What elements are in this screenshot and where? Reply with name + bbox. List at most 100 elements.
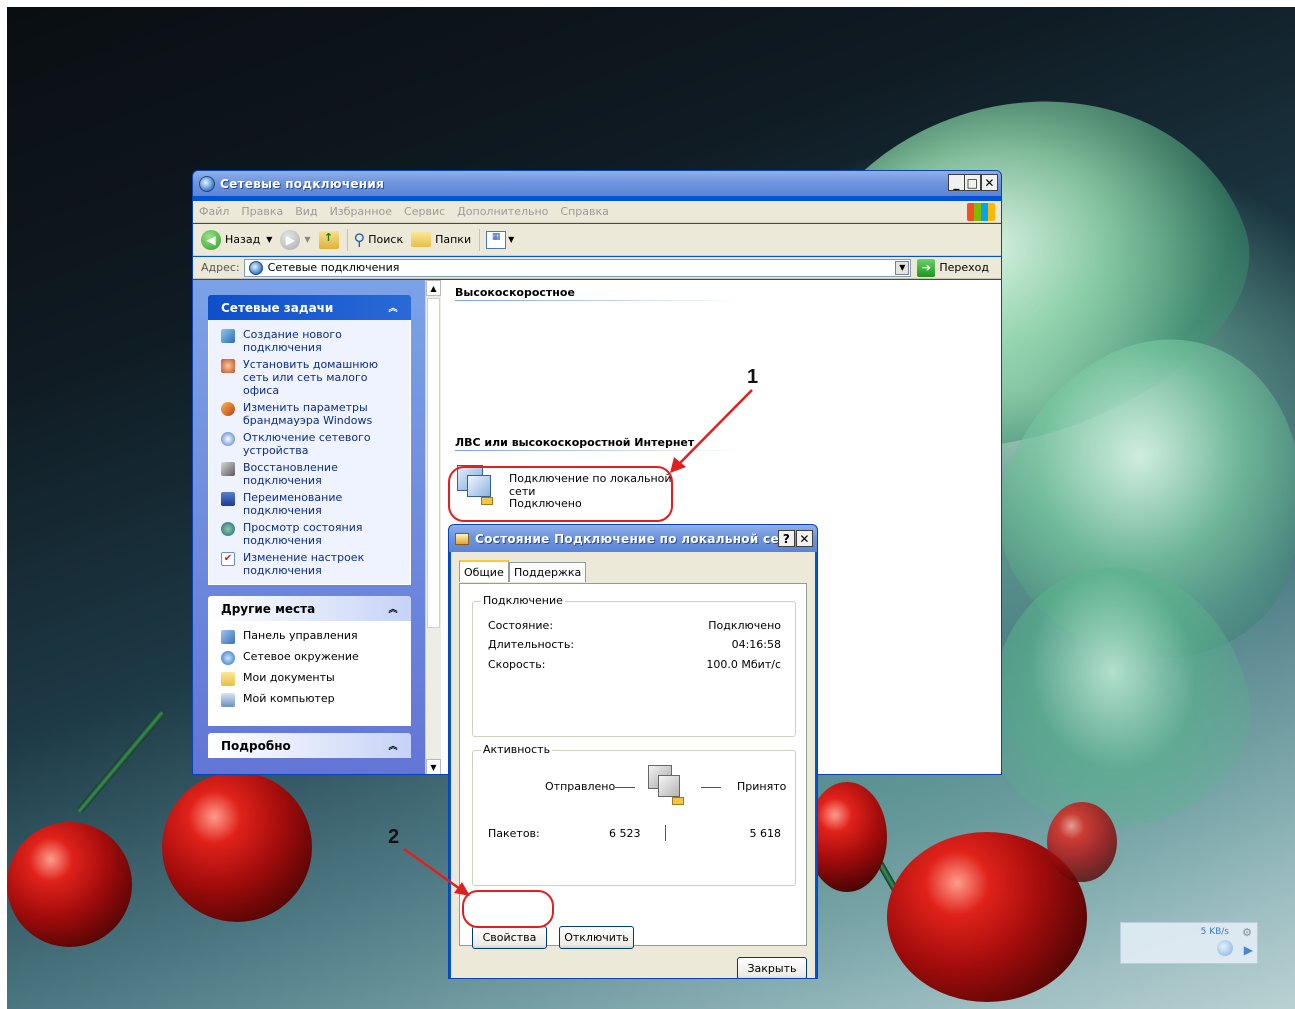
play-arrow-icon[interactable]: ▶ [1244, 943, 1253, 957]
menu-help[interactable]: Справка [560, 205, 608, 218]
address-label: Адрес: [201, 261, 240, 274]
place-network-places[interactable]: Сетевое окружение [221, 650, 404, 665]
close-button[interactable]: ✕ [981, 174, 998, 191]
address-input[interactable]: Сетевые подключения ▼ [243, 258, 912, 277]
duration-value: 04:16:58 [731, 638, 781, 651]
menu-edit[interactable]: Правка [241, 205, 283, 218]
scroll-down-arrow-icon[interactable]: ▼ [426, 759, 441, 774]
maximize-button[interactable]: □ [964, 174, 981, 191]
firewall-icon [221, 402, 235, 416]
address-bar: Адрес: Сетевые подключения ▼ ➔ Переход [193, 257, 1001, 279]
tab-general-label: Общие [464, 565, 504, 579]
activity-groupbox: Активность Отправлено Принято Пакетов: 6… [472, 743, 796, 886]
chevron-down-icon[interactable]: ▼ [266, 235, 272, 244]
views-icon: ▦ [486, 230, 507, 249]
window-title: Сетевые подключения [220, 176, 385, 191]
other-places-group: Другие места ︽ Панель управления Сетевое… [208, 596, 411, 726]
gear-icon[interactable]: ⚙ [1242, 926, 1252, 939]
dialog-title: Состояние Подключение по локальной сети [475, 531, 795, 546]
disconnect-label: Отключить [564, 931, 629, 944]
go-button[interactable]: ➔ Переход [917, 258, 989, 277]
task-home-network[interactable]: Установить домашнюю сеть или сеть малого… [221, 358, 404, 397]
other-places-header[interactable]: Другие места ︽ [208, 596, 411, 621]
task-change-settings[interactable]: ✔ Изменение настроек подключения [221, 551, 404, 577]
toolbar-separator [346, 228, 348, 251]
packets-received-value: 5 618 [749, 827, 782, 840]
details-title: Подробно [221, 738, 291, 753]
annotation-highlight-connection [448, 466, 673, 522]
menu-tools[interactable]: Сервис [404, 205, 445, 218]
task-disable-device[interactable]: Отключение сетевого устройства [221, 431, 404, 457]
back-arrow-icon: ◀ [201, 229, 221, 250]
folders-button[interactable]: Папки [411, 232, 471, 247]
back-button[interactable]: ◀ Назад ▼ [201, 229, 272, 250]
status-icon [221, 522, 235, 536]
disable-network-icon [221, 432, 235, 446]
chevron-down-icon[interactable]: ▼ [304, 235, 310, 244]
packets-label: Пакетов: [488, 827, 540, 840]
task-label: Отключение сетевого устройства [243, 431, 371, 457]
up-folder-icon: ↑ [318, 230, 339, 249]
close-label: Закрыть [747, 962, 797, 975]
network-meter-gadget[interactable]: 5 KB/s ▶ ⚙ [1120, 922, 1258, 964]
collapse-chevron-icon[interactable]: ︽ [385, 300, 401, 316]
network-tasks-header[interactable]: Сетевые задачи ︽ [208, 295, 411, 320]
task-rename-connection[interactable]: Переименование подключения [221, 491, 404, 517]
chevron-down-icon[interactable]: ▼ [895, 260, 910, 275]
tab-support-label: Поддержка [514, 566, 582, 579]
tab-general[interactable]: Общие [459, 560, 509, 582]
forward-arrow-icon: ▶ [280, 229, 301, 250]
minimize-button[interactable]: _ [948, 174, 965, 191]
menu-file[interactable]: Файл [199, 205, 229, 218]
dialog-titlebar[interactable]: Состояние Подключение по локальной сети … [449, 525, 817, 552]
group-header-broadband: Высокоскоростное [455, 286, 575, 299]
network-connections-icon [248, 260, 263, 275]
scroll-thumb[interactable] [427, 298, 440, 628]
task-label: Создание нового подключения [243, 328, 342, 354]
scroll-up-arrow-icon[interactable]: ▲ [426, 280, 441, 296]
window-titlebar[interactable]: Сетевые подключения _ □ ✕ [193, 171, 1001, 196]
close-button[interactable]: ✕ [796, 530, 813, 547]
views-button[interactable]: ▦ ▼ [486, 230, 514, 249]
menu-favorites[interactable]: Избранное [330, 205, 392, 218]
task-create-connection[interactable]: Создание нового подключения [221, 328, 404, 354]
place-my-documents[interactable]: Мои документы [221, 671, 404, 686]
tab-support[interactable]: Поддержка [509, 562, 587, 582]
network-activity-icon [648, 765, 688, 807]
collapse-chevron-icon[interactable]: ︽ [385, 601, 401, 617]
close-dialog-button[interactable]: Закрыть [737, 957, 807, 978]
expand-chevron-icon[interactable]: ︽ [385, 738, 401, 754]
wallpaper-cherry [7, 822, 132, 947]
group-divider [455, 300, 745, 301]
home-network-icon [221, 359, 235, 373]
up-folder-button[interactable]: ↑ [318, 230, 339, 249]
task-view-status[interactable]: Просмотр состояния подключения [221, 521, 404, 547]
task-pane: Сетевые задачи ︽ Создание нового подключ… [193, 280, 425, 774]
task-label: Восстановление подключения [243, 461, 338, 487]
task-firewall-settings[interactable]: Изменить параметры брандмауэра Windows [221, 401, 404, 427]
sent-label: Отправлено [545, 780, 616, 793]
task-repair-connection[interactable]: Восстановление подключения [221, 461, 404, 487]
search-button[interactable]: ⚲ Поиск [354, 230, 404, 249]
go-label: Переход [939, 261, 989, 274]
annotation-arrow-1 [670, 389, 753, 473]
place-label: Сетевое окружение [243, 650, 359, 663]
properties-label: Свойства [482, 931, 537, 944]
task-label: Переименование подключения [243, 491, 343, 517]
disconnect-button[interactable]: Отключить [559, 926, 634, 949]
menu-view[interactable]: Вид [295, 205, 317, 218]
help-button[interactable]: ? [778, 530, 795, 547]
sent-line [615, 787, 635, 788]
place-control-panel[interactable]: Панель управления [221, 629, 404, 644]
group-header-lan: ЛВС или высокоскоростной Интернет [455, 436, 695, 449]
chevron-down-icon[interactable]: ▼ [508, 235, 514, 244]
task-pane-scrollbar[interactable]: ▲ ▼ [425, 280, 441, 774]
network-tasks-body: Создание нового подключения Установить д… [208, 320, 411, 585]
network-places-icon [221, 651, 235, 665]
details-header[interactable]: Подробно ︽ [208, 733, 411, 758]
properties-button[interactable]: Свойства [472, 926, 547, 949]
menu-advanced[interactable]: Дополнительно [457, 205, 548, 218]
received-label: Принято [737, 780, 787, 793]
forward-button[interactable]: ▶ ▼ [280, 229, 311, 250]
place-my-computer[interactable]: Мой компьютер [221, 692, 404, 707]
